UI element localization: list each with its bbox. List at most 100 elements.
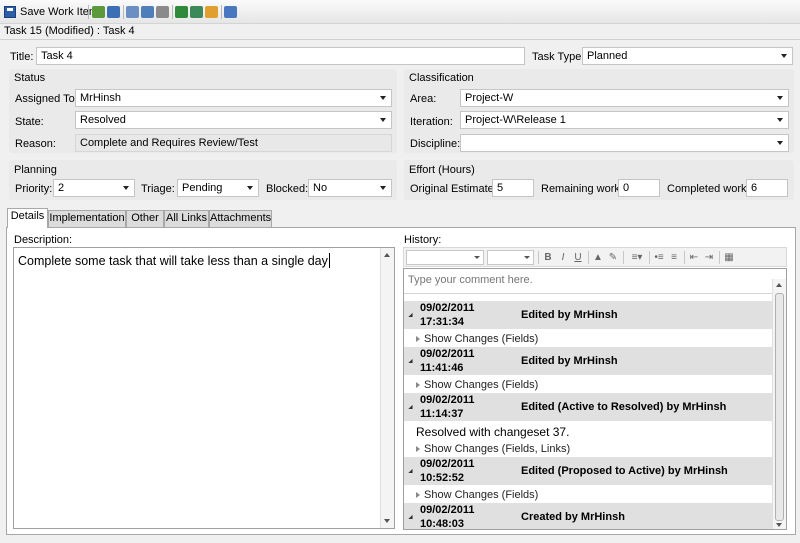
state-label: State: [15, 116, 44, 128]
history-scrollbar[interactable] [772, 279, 786, 529]
triage-dropdown[interactable]: Pending [177, 179, 259, 197]
history-entry-time: 10:52:52 [420, 472, 465, 484]
toolbar-separator [538, 251, 539, 264]
discipline-dropdown[interactable] [460, 134, 789, 152]
bold-button[interactable]: B [542, 251, 554, 264]
history-entry-time: 17:31:34 [420, 316, 465, 328]
font-size-dropdown[interactable] [487, 250, 534, 265]
show-changes-link[interactable]: Show Changes (Fields) [416, 378, 538, 392]
reason-label: Reason: [15, 138, 56, 150]
align-icon[interactable]: ≡▾ [627, 251, 647, 264]
history-entry-date: 09/02/2011 [420, 302, 475, 314]
completed-work-label: Completed work: [667, 183, 750, 195]
bullet-list-icon[interactable]: •≡ [653, 251, 665, 264]
status-header: Status [14, 72, 46, 84]
decrease-indent-icon[interactable]: ⇤ [688, 251, 700, 264]
print-icon[interactable] [156, 6, 169, 18]
blocked-label: Blocked: [266, 183, 309, 195]
new-linked-item-icon[interactable] [141, 6, 154, 18]
highlight-icon[interactable]: ✎ [607, 251, 619, 264]
scroll-up-icon[interactable] [776, 283, 782, 287]
history-entry-action: Edited by MrHinsh [521, 309, 618, 321]
history-entry-header[interactable]: 09/02/2011 10:52:52 Edited (Proposed to … [404, 457, 773, 485]
original-estimate-field[interactable]: 5 [492, 179, 534, 197]
scroll-down-icon[interactable] [384, 519, 390, 523]
numbered-list-icon[interactable]: ≡ [668, 251, 680, 264]
undo-icon[interactable] [107, 6, 120, 18]
refresh-icon[interactable] [92, 6, 105, 18]
tab-all-links[interactable]: All Links [164, 210, 209, 227]
show-changes-link[interactable]: Show Changes (Fields, Links) [416, 442, 570, 456]
help-icon[interactable] [224, 6, 237, 18]
history-entry-date: 09/02/2011 [420, 394, 475, 406]
scroll-down-icon[interactable] [776, 523, 782, 527]
tab-attachments[interactable]: Attachments [209, 210, 272, 227]
open-in-project-icon[interactable] [190, 6, 203, 18]
save-work-item-button[interactable]: Save Work Item [4, 4, 98, 20]
triage-label: Triage: [141, 183, 175, 195]
priority-dropdown[interactable]: 2 [53, 179, 135, 197]
toolbar-separator [719, 251, 720, 264]
copy-work-item-icon[interactable] [126, 6, 139, 18]
priority-label: Priority: [15, 183, 53, 195]
task-type-dropdown[interactable]: Planned [582, 47, 793, 65]
scroll-thumb[interactable] [775, 293, 784, 521]
toolbar-separator [88, 5, 89, 19]
history-panel: Type your comment here. 09/02/2011 17:31… [403, 268, 787, 530]
tab-implementation[interactable]: Implementation [48, 210, 126, 227]
collapse-icon[interactable] [408, 404, 415, 412]
remaining-work-field[interactable]: 0 [618, 179, 660, 197]
collapse-icon[interactable] [408, 514, 415, 522]
toolbar-separator [684, 251, 685, 264]
area-dropdown[interactable]: Project-W [460, 89, 789, 107]
insert-image-icon[interactable]: ▦ [723, 251, 735, 264]
blocked-dropdown[interactable]: No [308, 179, 392, 197]
assigned-to-dropdown[interactable]: MrHinsh [75, 89, 392, 107]
collapse-icon[interactable] [408, 312, 415, 320]
show-changes-link[interactable]: Show Changes (Fields) [416, 332, 538, 346]
open-in-excel-icon[interactable] [175, 6, 188, 18]
scroll-up-icon[interactable] [384, 253, 390, 257]
state-dropdown[interactable]: Resolved [75, 111, 392, 129]
expand-arrow-icon [416, 492, 420, 498]
save-icon [4, 6, 16, 18]
history-entry-header[interactable]: 09/02/2011 11:41:46 Edited by MrHinsh [404, 347, 773, 375]
history-entry-header[interactable]: 09/02/2011 10:48:03 Created by MrHinsh [404, 503, 773, 530]
show-changes-link[interactable]: Show Changes (Fields) [416, 488, 538, 502]
area-label: Area: [410, 93, 437, 105]
increase-indent-icon[interactable]: ⇥ [703, 251, 715, 264]
italic-button[interactable]: I [557, 251, 569, 264]
history-entry-date: 09/02/2011 [420, 504, 475, 516]
comment-input[interactable]: Type your comment here. [408, 273, 533, 287]
title-field[interactable]: Task 4 [36, 47, 525, 65]
description-scrollbar[interactable] [380, 248, 394, 528]
collapse-icon[interactable] [408, 468, 415, 476]
collapse-icon[interactable] [408, 358, 415, 366]
description-editor[interactable]: Complete some task that will take less t… [13, 247, 395, 529]
toolbar-separator [623, 251, 624, 264]
iteration-dropdown[interactable]: Project-W\Release 1 [460, 111, 789, 129]
expand-arrow-icon [416, 382, 420, 388]
assigned-to-label: Assigned To: [15, 93, 78, 105]
tab-details[interactable]: Details [7, 208, 48, 228]
font-family-dropdown[interactable] [406, 250, 484, 265]
reason-field: Complete and Requires Review/Test [75, 134, 392, 152]
underline-button[interactable]: U [572, 251, 584, 264]
toolbar-separator [649, 251, 650, 264]
font-color-icon[interactable]: ▲ [592, 251, 604, 264]
history-entry-header[interactable]: 09/02/2011 11:14:37 Edited (Active to Re… [404, 393, 773, 421]
send-mail-icon[interactable] [205, 6, 218, 18]
history-entry-header[interactable]: 09/02/2011 17:31:34 Edited by MrHinsh [404, 301, 773, 329]
history-label: History: [404, 234, 442, 246]
comment-formatting-toolbar: B I U ▲ ✎ ≡▾ •≡ ≡ ⇤ ⇥ ▦ [403, 247, 787, 267]
comment-divider [404, 293, 773, 294]
history-entry-action: Edited by MrHinsh [521, 355, 618, 367]
history-entry-time: 10:48:03 [420, 518, 465, 530]
history-entry-time: 11:41:46 [420, 362, 464, 374]
completed-work-field[interactable]: 6 [746, 179, 788, 197]
history-entry-comment: Resolved with changeset 37. [416, 425, 570, 439]
toolbar: Save Work Item [0, 0, 800, 24]
classification-header: Classification [409, 72, 474, 84]
toolbar-separator [221, 5, 222, 19]
tab-other[interactable]: Other [126, 210, 164, 227]
